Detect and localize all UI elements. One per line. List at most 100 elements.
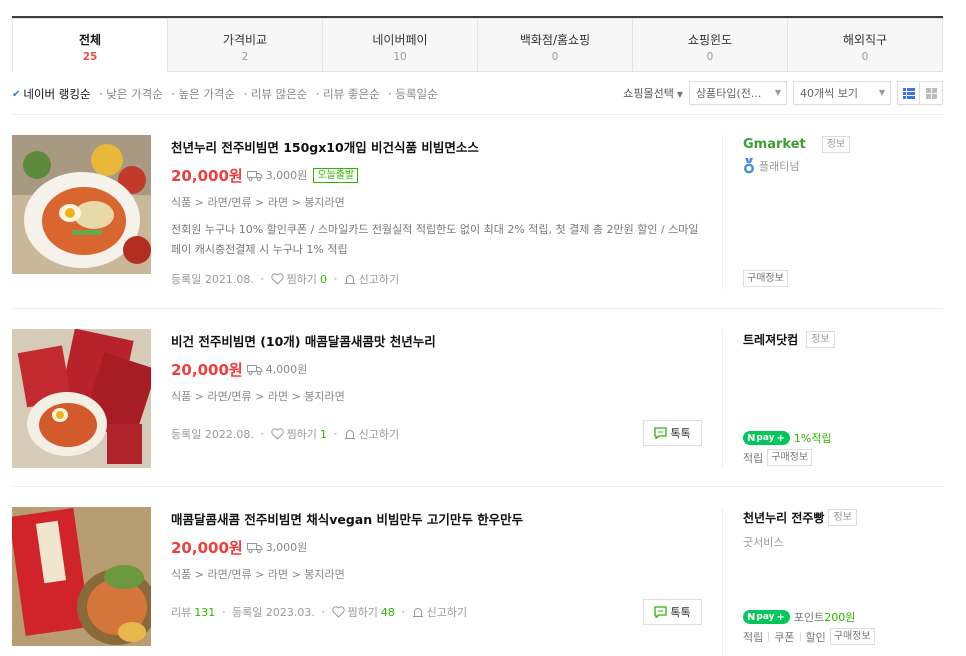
tab-label: 네이버페이: [372, 33, 428, 47]
talk-label: 톡톡: [670, 606, 691, 619]
heart-icon: [270, 273, 284, 285]
sort-high-price[interactable]: • 높은 가격순: [171, 86, 235, 102]
sort-label: 리뷰 많은순: [250, 87, 308, 101]
shipping-value: 3,000원: [265, 541, 308, 554]
product-item: 비건 전주비빔면 (10개) 매콤달콤새콤맛 천년누리 20,000원 4,00…: [12, 309, 943, 487]
mall-info: 트레져닷컴 정보: [743, 330, 943, 348]
product-item: 매콤달콤새콤 전주비빔면 채식vegan 비빔만두 고기만두 한우만두 20,0…: [12, 487, 943, 656]
sort-low-price[interactable]: • 낮은 가격순: [99, 86, 163, 102]
price-line: 20,000원 4,000원: [171, 359, 711, 379]
report-label: 신고하기: [426, 606, 468, 619]
benefit-label: 적립: [743, 451, 764, 465]
separator: •: [259, 429, 265, 439]
buy-info-button[interactable]: 구매정보: [767, 449, 813, 466]
reg-date: 등록일 2023.03.: [231, 606, 315, 619]
mall-name-row: Gmarket 정보: [743, 135, 943, 153]
product-category[interactable]: 식품 > 라면/면류 > 라면 > 봉지라면: [171, 389, 711, 405]
tab-shopping-window[interactable]: 쇼핑윈도 0: [633, 18, 788, 72]
npay-label: pay: [756, 612, 775, 622]
chat-icon: [654, 427, 668, 439]
grid-view-icon: [925, 87, 937, 99]
report-button[interactable]: 신고하기: [412, 604, 467, 620]
gmarket-logo[interactable]: Gmarket: [743, 137, 806, 152]
product-thumbnail[interactable]: [12, 507, 151, 646]
separator: •: [332, 274, 338, 284]
product-title[interactable]: 매콤달콤새콤 전주비빔면 채식vegan 비빔만두 고기만두 한우만두: [171, 511, 711, 529]
list-view-button[interactable]: [897, 81, 920, 105]
tab-all[interactable]: 전체 25: [12, 18, 168, 72]
product-type-select[interactable]: 상품타입(전... ▼: [689, 81, 787, 105]
medal-icon: [744, 158, 754, 174]
sort-review-score[interactable]: • 리뷰 좋은순: [315, 86, 379, 102]
tab-department-store[interactable]: 백화점/홈쇼핑 0: [478, 18, 633, 72]
mall-select-button[interactable]: 쇼핑몰선택 ▼: [623, 85, 683, 101]
product-type-value: 상품타입(전...: [696, 87, 762, 100]
mall-info-button[interactable]: 정보: [806, 330, 835, 348]
caret-down-icon: ▼: [878, 88, 885, 97]
npay-benefit-value: 1%적립: [793, 432, 832, 445]
caret-down-icon: ▼: [774, 88, 781, 97]
page-size-select[interactable]: 40개씩 보기 ▼: [793, 81, 891, 105]
product-title[interactable]: 비건 전주비빔면 (10개) 매콤달콤새콤맛 천년누리: [171, 333, 711, 351]
buy-info-button[interactable]: 구매정보: [829, 628, 875, 645]
report-button[interactable]: 신고하기: [344, 271, 399, 287]
npay-point-label: 포인트: [793, 611, 825, 624]
plus-icon: +: [776, 611, 785, 623]
category-tabs: 전체 25 가격비교 2 네이버페이 10 백화점/홈쇼핑 0 쇼핑윈도 0 해…: [12, 16, 943, 72]
zzim-label: 찜하기: [286, 273, 317, 286]
talk-button[interactable]: 톡톡: [643, 599, 702, 625]
product-category[interactable]: 식품 > 라면/면류 > 라면 > 봉지라면: [171, 195, 711, 211]
sort-ranking[interactable]: ✔ 네이버 랭킹순: [12, 86, 91, 102]
mall-info-button[interactable]: 정보: [828, 508, 857, 526]
noodle-package-image: [12, 329, 151, 468]
talk-button[interactable]: 톡톡: [643, 420, 702, 446]
product-item: 천년누리 전주비빔면 150gx10개입 비건식품 비빔면소스 20,000원 …: [12, 115, 943, 309]
product-title[interactable]: 천년누리 전주비빔면 150gx10개입 비건식품 비빔면소스: [171, 139, 711, 157]
sort-label: 네이버 랭킹순: [23, 87, 91, 101]
tab-naver-pay[interactable]: 네이버페이 10: [323, 18, 478, 72]
product-meta: 등록일 2022.08. • 찜하기 1 • 신고하기: [171, 426, 399, 442]
list-view-icon: [902, 87, 915, 99]
review-count[interactable]: 131: [194, 606, 215, 619]
product-price[interactable]: 20,000원: [171, 165, 243, 186]
sort-reg-date[interactable]: • 등록일순: [388, 86, 438, 102]
zzim-button[interactable]: 찜하기 48: [331, 604, 395, 620]
sort-bar: ✔ 네이버 랭킹순 • 낮은 가격순 • 높은 가격순 • 리뷰 많은순 • 리뷰 좋은순…: [12, 80, 943, 108]
product-price[interactable]: 20,000원: [171, 537, 243, 558]
bullet-icon: •: [243, 89, 248, 99]
tab-overseas[interactable]: 해외직구 0: [788, 18, 943, 72]
zzim-label: 찜하기: [347, 606, 378, 619]
zzim-count: 1: [319, 427, 327, 441]
zzim-label: 찜하기: [286, 428, 317, 441]
caret-down-icon: ▼: [676, 90, 683, 99]
product-category[interactable]: 식품 > 라면/면류 > 라면 > 봉지라면: [171, 567, 711, 583]
shipping-value: 3,000원: [265, 169, 308, 182]
product-info: 매콤달콤새콤 전주비빔면 채식vegan 비빔만두 고기만두 한우만두 20,0…: [171, 511, 711, 583]
buy-info-button[interactable]: 구매정보: [743, 270, 788, 287]
mall-info-button[interactable]: 정보: [821, 135, 851, 153]
chat-icon: [654, 606, 668, 618]
sort-label: 높은 가격순: [178, 87, 236, 101]
product-thumbnail[interactable]: [12, 329, 151, 468]
product-price[interactable]: 20,000원: [171, 359, 243, 380]
report-label: 신고하기: [358, 428, 400, 441]
zzim-button[interactable]: 찜하기 1: [270, 426, 327, 442]
mall-name[interactable]: 트레져닷컴: [743, 331, 798, 348]
separator: •: [259, 274, 265, 284]
report-button[interactable]: 신고하기: [344, 426, 399, 442]
n-logo-icon: N: [747, 611, 756, 623]
mall-select-label: 쇼핑몰선택: [623, 87, 674, 100]
benefit-list: 적립 쿠폰 할인 구매정보: [743, 628, 875, 645]
mall-name[interactable]: 천년누리 전주빵: [743, 509, 824, 526]
sort-label: 리뷰 좋은순: [323, 87, 380, 101]
sort-review-count[interactable]: • 리뷰 많은순: [243, 86, 307, 102]
product-thumbnail[interactable]: [12, 135, 151, 274]
bullet-icon: •: [98, 89, 104, 99]
page-size-value: 40개씩 보기: [800, 87, 858, 100]
grid-view-button[interactable]: [920, 81, 943, 105]
product-info: 천년누리 전주비빔면 150gx10개입 비건식품 비빔면소스 20,000원 …: [171, 139, 711, 260]
zzim-button[interactable]: 찜하기 0: [270, 271, 327, 287]
tab-count: 25: [82, 51, 98, 63]
tab-price-compare[interactable]: 가격비교 2: [168, 18, 323, 72]
tab-count: 0: [706, 51, 714, 63]
